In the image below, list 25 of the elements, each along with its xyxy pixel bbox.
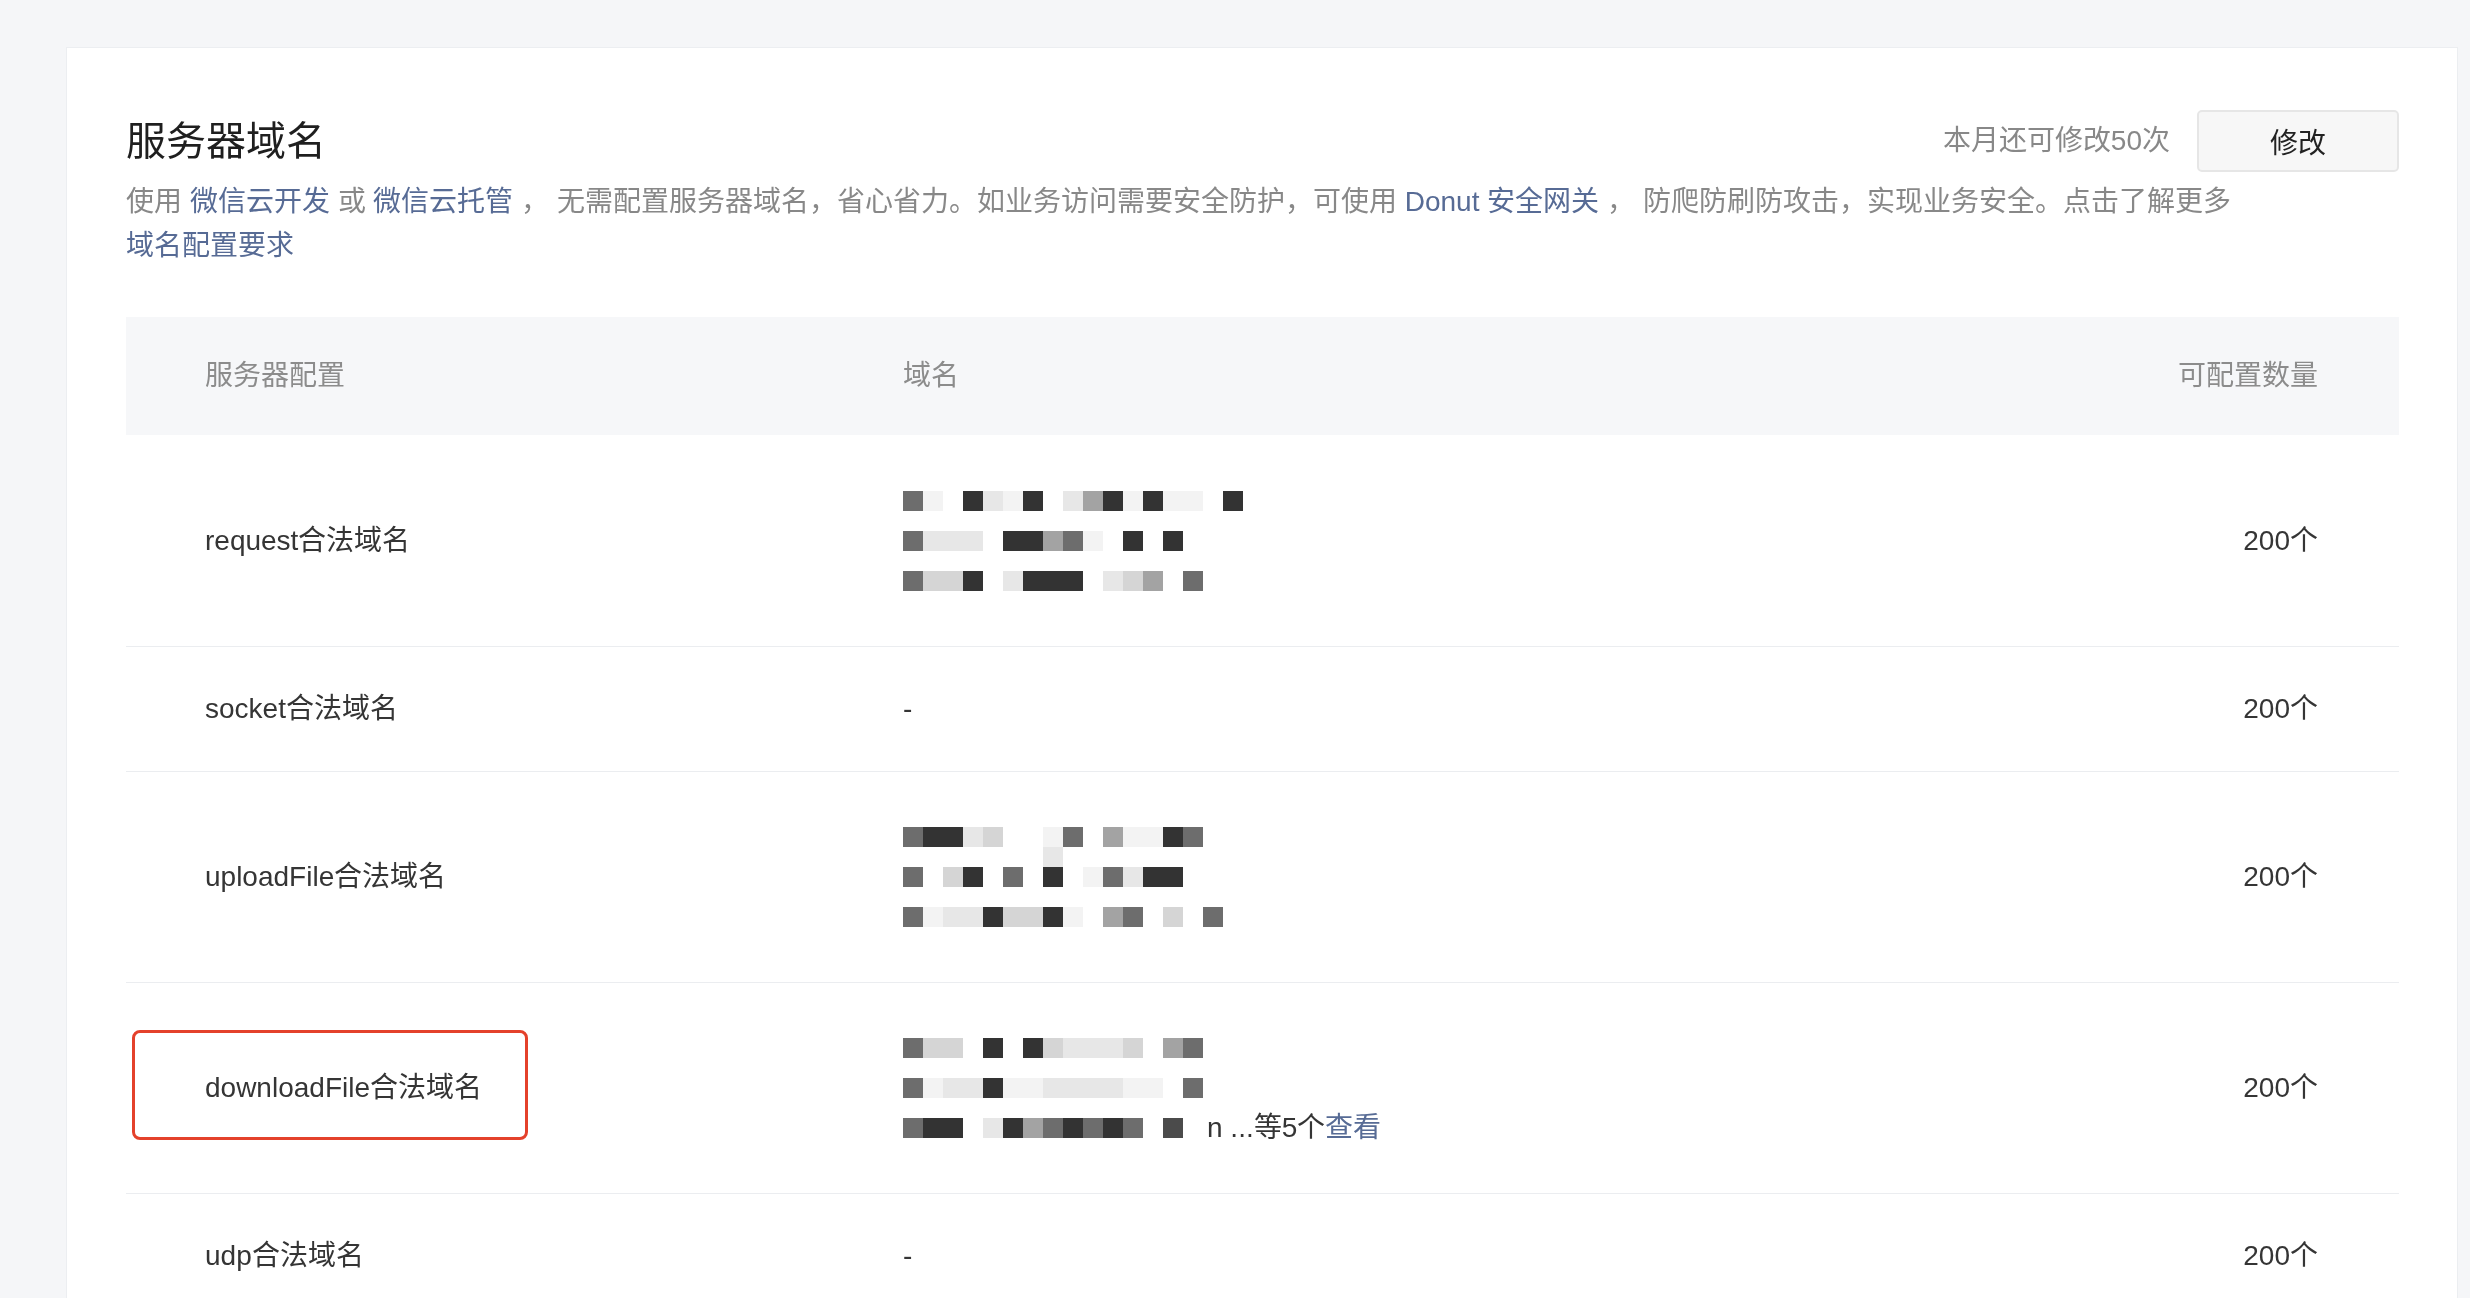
- view-link[interactable]: 查看: [1325, 1109, 1382, 1147]
- count-text: 200个: [2243, 524, 2318, 558]
- column-header: 域名: [903, 359, 959, 393]
- domain-text: -: [903, 1239, 913, 1273]
- domain-more-text: n ...等5个: [1207, 1111, 1326, 1145]
- column-header: 服务器配置: [205, 359, 345, 393]
- link[interactable]: 微信云开发: [189, 186, 330, 217]
- server-config-label: downloadFile合法域名: [205, 1071, 482, 1105]
- server-config-label: udp合法域名: [205, 1239, 364, 1273]
- description-text: 使用 微信云开发 或 微信云托管 ， 无需配置服务器域名，省心省力。如业务访问需要安全防护，可使用 Donut 安全网关 ， 防爬防刷防攻击，实现业务安全。点击了解更多 域名配置要求: [126, 185, 2232, 263]
- link[interactable]: 微信云托管: [373, 186, 514, 217]
- column-header: 可配置数量: [2178, 359, 2318, 393]
- server-config-label: uploadFile合法域名: [205, 860, 447, 894]
- server-config-label: request合法域名: [205, 524, 411, 558]
- count-text: 200个: [2243, 860, 2318, 894]
- edit-button[interactable]: 修改: [2197, 110, 2399, 172]
- link[interactable]: 域名配置要求: [126, 230, 294, 261]
- domain-text: -: [903, 692, 913, 726]
- link[interactable]: Donut 安全网关: [1404, 186, 1600, 217]
- count-text: 200个: [2243, 692, 2318, 726]
- section-title: 服务器域名: [126, 118, 326, 165]
- server-config-label: socket合法域名: [205, 692, 398, 726]
- count-text: 200个: [2243, 1071, 2318, 1105]
- quota-text: 本月还可修改50次: [1942, 124, 2170, 158]
- count-text: 200个: [2243, 1239, 2318, 1273]
